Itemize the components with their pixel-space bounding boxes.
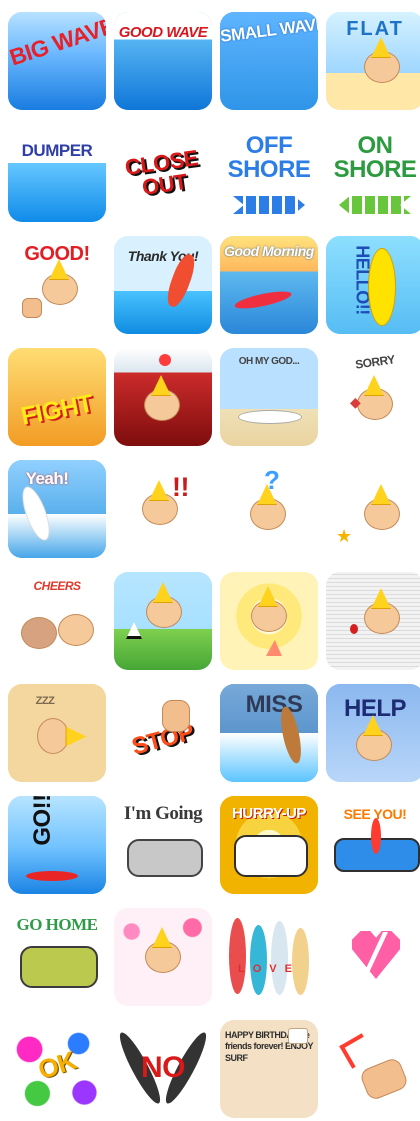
sticker-label: DUMPER bbox=[21, 141, 93, 160]
sticker-yeah[interactable]: Yeah! bbox=[8, 460, 106, 558]
sticker-oh-my-god[interactable]: OH MY GOD... bbox=[220, 348, 318, 446]
sticker-sorry[interactable]: SORRY ◆ bbox=[326, 348, 420, 446]
surfboard-icon bbox=[371, 818, 381, 854]
blonde-hair bbox=[371, 484, 391, 505]
sticker-im-going[interactable]: I'm Going bbox=[114, 796, 212, 894]
sticker-no[interactable]: NO bbox=[114, 1020, 212, 1118]
sparkle-icon: ★ bbox=[336, 526, 353, 546]
sticker-label: OFF SHORE bbox=[227, 132, 311, 183]
surfboard-icon bbox=[238, 410, 302, 424]
sticker-shaka[interactable] bbox=[326, 1020, 420, 1118]
surfboard-icon bbox=[271, 921, 288, 995]
sticker-label: HURRY-UP bbox=[232, 805, 306, 822]
sticker-off-shore[interactable]: OFF SHORE bbox=[220, 124, 318, 222]
blonde-hair bbox=[364, 375, 384, 396]
van-icon bbox=[20, 946, 98, 988]
sticker-close-out[interactable]: CLOSE OUT bbox=[114, 124, 212, 222]
shaka-hand-icon bbox=[358, 1056, 410, 1102]
sticker-dumper[interactable]: DUMPER bbox=[8, 124, 106, 222]
sweat-drop-icon: ◆ bbox=[350, 394, 361, 410]
sticker-label: NO bbox=[141, 1051, 186, 1084]
sticker-hurry-up[interactable]: HURRY-UP bbox=[220, 796, 318, 894]
sticker-label: I'm Going bbox=[123, 803, 203, 824]
friend-face bbox=[21, 617, 57, 649]
sticker-nosebleed[interactable] bbox=[326, 572, 420, 670]
blood-icon bbox=[350, 624, 358, 634]
sticker-help[interactable]: HELP bbox=[326, 684, 420, 782]
boy-face bbox=[37, 718, 69, 754]
sticker-label: GO!! bbox=[29, 796, 56, 846]
sticker-sleep[interactable]: ZZZ bbox=[8, 684, 106, 782]
sticker-hello[interactable]: HELLO!! bbox=[326, 236, 420, 334]
sticker-ok[interactable]: OK bbox=[8, 1020, 106, 1118]
sticker-go-home[interactable]: GO HOME bbox=[8, 908, 106, 1006]
sticker-label: !! bbox=[172, 472, 189, 502]
sticker-label: ON SHORE bbox=[333, 132, 417, 183]
sticker-question[interactable]: ? bbox=[220, 460, 318, 558]
wave-art bbox=[8, 124, 106, 222]
sticker-label: Thank You! bbox=[127, 248, 199, 264]
thumbs-up-icon bbox=[22, 298, 42, 318]
sticker-on-shore[interactable]: ON SHORE bbox=[326, 124, 420, 222]
surfboard-icon bbox=[26, 871, 78, 881]
sticker-label: CHEERS bbox=[33, 579, 81, 593]
sticker-fight[interactable]: FIGHT bbox=[8, 348, 106, 446]
surfboard-icon bbox=[368, 248, 396, 326]
arrow-left-icon bbox=[339, 196, 411, 214]
sticker-label: FLAT bbox=[346, 18, 404, 40]
cake-icon bbox=[288, 1028, 308, 1044]
hand-icon bbox=[162, 700, 190, 732]
sticker-label: MISS bbox=[245, 691, 303, 718]
sticker-go[interactable]: GO!! bbox=[8, 796, 106, 894]
sticker-love-eyes[interactable] bbox=[114, 908, 212, 1006]
sticker-label: GOOD! bbox=[24, 243, 90, 265]
burst-lines-icon bbox=[339, 1033, 375, 1069]
sticker-broken-heart[interactable] bbox=[326, 908, 420, 1006]
zzz-label: ZZZ bbox=[35, 695, 55, 707]
blonde-hair bbox=[149, 480, 169, 501]
sticker-thank-you[interactable]: Thank You! bbox=[114, 236, 212, 334]
sticker-label: ? bbox=[264, 465, 280, 495]
sticker-label: GOOD WAVE bbox=[118, 24, 208, 41]
sticker-miss[interactable]: MISS bbox=[220, 684, 318, 782]
sticker-stop[interactable]: STOP bbox=[114, 684, 212, 782]
sticker-label: SORRY bbox=[354, 352, 396, 372]
van-icon bbox=[234, 835, 308, 877]
sticker-label: GO HOME bbox=[16, 915, 98, 934]
sticker-angry-wave[interactable] bbox=[114, 348, 212, 446]
sticker-label: OH MY GOD... bbox=[238, 356, 300, 367]
surfboard-icon bbox=[229, 918, 246, 994]
sticker-good-wave[interactable]: GOOD WAVE bbox=[114, 12, 212, 110]
sticker-see-you[interactable]: SEE YOU! bbox=[326, 796, 420, 894]
sticker-onigiri[interactable] bbox=[114, 572, 212, 670]
surfboard-icon bbox=[292, 928, 309, 995]
sticker-shark[interactable] bbox=[220, 572, 318, 670]
van-icon bbox=[127, 839, 203, 877]
sticker-grid: BIG WAVE GOOD WAVE SMALL WAVE FLAT DUMPE… bbox=[0, 0, 420, 1121]
sticker-label: Yeah! bbox=[25, 469, 69, 488]
sticker-love[interactable]: LOVE bbox=[220, 908, 318, 1006]
sticker-big-wave[interactable]: BIG WAVE bbox=[8, 12, 106, 110]
arrow-right-icon bbox=[233, 196, 305, 214]
sticker-happy-birthday[interactable]: HAPPY BIRTHDAY Be friends forever! ENJOY… bbox=[220, 1020, 318, 1118]
sticker-small-wave[interactable]: SMALL WAVE bbox=[220, 12, 318, 110]
sticker-cheers[interactable]: CHEERS bbox=[8, 572, 106, 670]
sticker-shock[interactable]: !! bbox=[114, 460, 212, 558]
surfboard-icon bbox=[250, 925, 267, 995]
anger-icon bbox=[159, 354, 171, 366]
sticker-good-morning[interactable]: Good Morning bbox=[220, 236, 318, 334]
sticker-label: LOVE bbox=[238, 963, 300, 975]
sticker-label: Good Morning bbox=[224, 243, 314, 259]
boy-face bbox=[58, 614, 94, 646]
sticker-good[interactable]: GOOD! bbox=[8, 236, 106, 334]
sticker-label: CLOSE OUT bbox=[123, 145, 200, 200]
sticker-laugh[interactable]: ★ bbox=[326, 460, 420, 558]
sticker-flat[interactable]: FLAT bbox=[326, 12, 420, 110]
